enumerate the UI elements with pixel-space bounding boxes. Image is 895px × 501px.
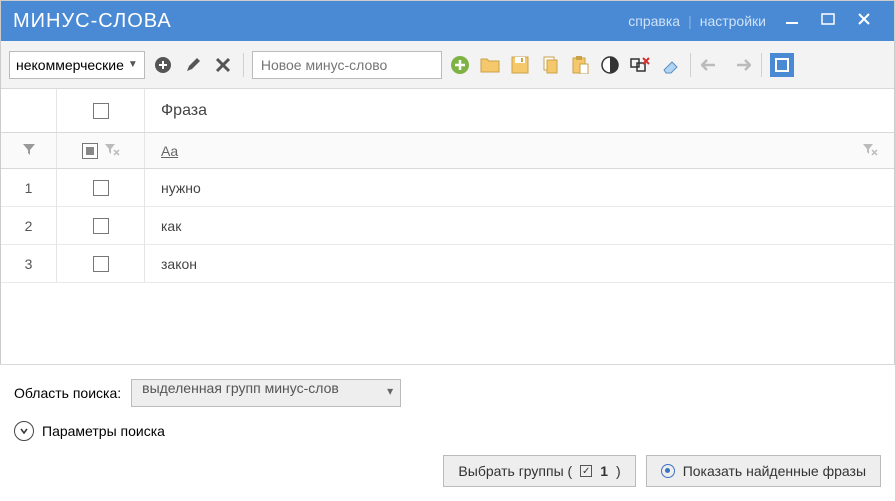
row-phrase[interactable]: нужно xyxy=(145,169,894,207)
title-bar: МИНУС-СЛОВА справка | настройки xyxy=(1,1,894,41)
delete-icon[interactable] xyxy=(211,53,235,77)
select-groups-close: ) xyxy=(616,463,621,479)
action-buttons-row: Выбрать группы ( ✓ 1 ) Показать найденны… xyxy=(14,455,881,487)
row-checkbox-cell[interactable] xyxy=(57,207,145,245)
group-dropdown[interactable]: некоммерческие ▼ xyxy=(9,51,145,79)
copy-icon[interactable] xyxy=(538,53,562,77)
filter-phrase-cell[interactable]: Aa xyxy=(145,133,894,168)
add-word-icon[interactable] xyxy=(448,53,472,77)
open-folder-icon[interactable] xyxy=(478,53,502,77)
table-row[interactable]: 2 как xyxy=(1,207,894,245)
filter-checkbox-icon[interactable] xyxy=(82,143,98,159)
contrast-icon[interactable] xyxy=(598,53,622,77)
separator xyxy=(761,53,762,77)
show-found-label: Показать найденные фразы xyxy=(683,463,866,479)
row-checkbox-cell[interactable] xyxy=(57,169,145,207)
remove-duplicates-icon[interactable] xyxy=(628,53,652,77)
redo-icon[interactable] xyxy=(729,53,753,77)
separator xyxy=(690,53,691,77)
row-checkbox[interactable] xyxy=(93,218,109,234)
row-checkbox[interactable] xyxy=(93,256,109,272)
row-phrase[interactable]: как xyxy=(145,207,894,245)
col-checkbox-header[interactable] xyxy=(57,89,145,132)
params-row[interactable]: Параметры поиска xyxy=(14,421,881,441)
table-row[interactable]: 3 закон xyxy=(1,245,894,283)
eraser-icon[interactable] xyxy=(658,53,682,77)
close-button[interactable] xyxy=(846,12,882,31)
eye-icon xyxy=(661,464,675,478)
undo-icon[interactable] xyxy=(699,53,723,77)
scope-label: Область поиска: xyxy=(14,385,121,401)
chevron-down-icon: ▼ xyxy=(128,59,138,70)
table-row[interactable]: 1 нужно xyxy=(1,169,894,207)
bottom-panel: Область поиска: выделенная групп минус-с… xyxy=(0,364,895,501)
row-checkbox[interactable] xyxy=(93,180,109,196)
check-icon: ✓ xyxy=(580,465,592,477)
group-dropdown-label: некоммерческие xyxy=(16,57,124,73)
scope-row: Область поиска: выделенная групп минус-с… xyxy=(14,379,881,407)
funnel-clear-icon[interactable] xyxy=(104,142,120,159)
filter-checkbox-cell[interactable] xyxy=(57,133,145,168)
select-groups-count: 1 xyxy=(600,463,608,479)
row-checkbox-cell[interactable] xyxy=(57,245,145,283)
separator xyxy=(243,53,244,77)
toolbar: некоммерческие ▼ xyxy=(1,41,894,89)
new-minus-word-input[interactable] xyxy=(252,51,442,79)
filter-number-cell[interactable] xyxy=(1,133,57,168)
row-number: 3 xyxy=(1,245,57,283)
case-toggle[interactable]: Aa xyxy=(161,143,178,159)
settings-link[interactable]: настройки xyxy=(700,13,766,29)
select-all-checkbox[interactable] xyxy=(93,103,109,119)
phrase-table: Фраза Aa 1 нужно 2 как 3 xyxy=(1,89,894,283)
col-phrase-header[interactable]: Фраза xyxy=(145,89,894,132)
fullscreen-icon[interactable] xyxy=(770,53,794,77)
save-icon[interactable] xyxy=(508,53,532,77)
row-number: 1 xyxy=(1,169,57,207)
window-title: МИНУС-СЛОВА xyxy=(13,10,172,33)
add-group-icon[interactable] xyxy=(151,53,175,77)
scope-select-wrap[interactable]: выделенная групп минус-слов xyxy=(131,379,401,407)
separator: | xyxy=(688,13,692,29)
help-link[interactable]: справка xyxy=(628,13,680,29)
select-groups-label: Выбрать группы ( xyxy=(458,463,572,479)
col-number-header xyxy=(1,89,57,132)
params-label: Параметры поиска xyxy=(42,423,165,439)
expand-params-icon[interactable] xyxy=(14,421,34,441)
funnel-icon xyxy=(22,142,36,159)
row-number: 2 xyxy=(1,207,57,245)
maximize-button[interactable] xyxy=(810,12,846,31)
select-groups-button[interactable]: Выбрать группы ( ✓ 1 ) xyxy=(443,455,635,487)
funnel-clear-phrase-icon[interactable] xyxy=(862,142,878,159)
table-header-row: Фраза xyxy=(1,89,894,133)
row-phrase[interactable]: закон xyxy=(145,245,894,283)
show-found-button[interactable]: Показать найденные фразы xyxy=(646,455,881,487)
minimize-button[interactable] xyxy=(774,12,810,31)
edit-icon[interactable] xyxy=(181,53,205,77)
scope-select[interactable]: выделенная групп минус-слов xyxy=(131,379,401,407)
table-filter-row: Aa xyxy=(1,133,894,169)
paste-icon[interactable] xyxy=(568,53,592,77)
